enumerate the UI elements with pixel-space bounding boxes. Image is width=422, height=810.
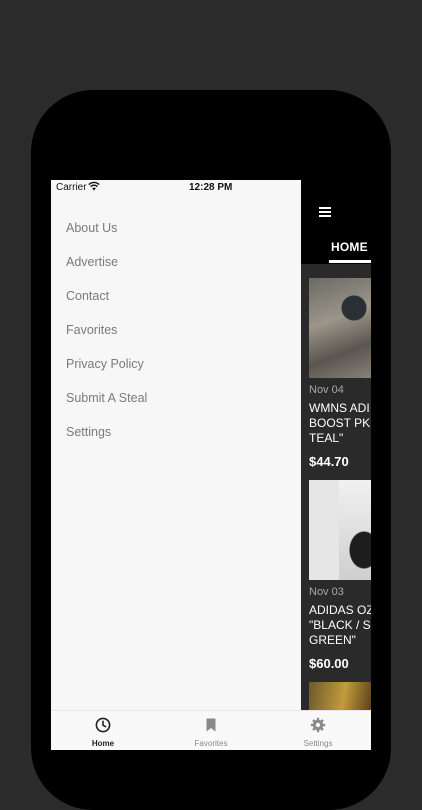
gear-icon <box>310 717 326 733</box>
deal-title: WMNS ADI BOOST PK TEAL" <box>309 401 371 446</box>
deal-title: ADIDAS OZ "BLACK / S GREEN" <box>309 603 371 648</box>
deal-title-line: BOOST PK <box>309 416 371 430</box>
menu-item-privacy-policy[interactable]: Privacy Policy <box>66 356 147 390</box>
tab-home[interactable]: HOME <box>331 240 368 254</box>
deal-card[interactable]: Nov 03 ADIDAS OZ "BLACK / S GREEN" $60.0… <box>309 480 371 671</box>
deal-title-line: ADIDAS OZ <box>309 603 371 617</box>
tab-label: Settings <box>303 739 333 748</box>
bookmark-icon <box>206 718 216 732</box>
wifi-icon <box>88 181 100 191</box>
tab-home-button[interactable]: Home <box>68 717 138 748</box>
deal-card[interactable]: Nov 04 WMNS ADI BOOST PK TEAL" $44.70 <box>309 278 371 469</box>
hamburger-icon[interactable] <box>319 207 331 217</box>
deal-price: $44.70 <box>309 454 349 469</box>
deal-title-line: GREEN" <box>309 633 356 647</box>
drawer-menu: About Us Advertise Contact Favorites Pri… <box>66 220 147 458</box>
sneaker-image <box>309 682 371 712</box>
deal-price: $60.00 <box>309 656 349 671</box>
deal-title-line: TEAL" <box>309 431 344 445</box>
status-bar: Carrier 12:28 PM <box>51 180 301 198</box>
side-drawer: Carrier 12:28 PM About Us Advertise Cont… <box>51 180 301 750</box>
menu-item-contact[interactable]: Contact <box>66 288 147 322</box>
deal-title-line: WMNS ADI <box>309 401 370 415</box>
menu-item-advertise[interactable]: Advertise <box>66 254 147 288</box>
deal-title-line: "BLACK / S <box>309 618 371 632</box>
tab-indicator <box>329 260 371 263</box>
tab-favorites-button[interactable]: Favorites <box>176 717 246 748</box>
deal-date: Nov 03 <box>309 586 344 598</box>
tab-label: Home <box>91 739 115 748</box>
bottom-tab-bar: Home Favorites Settings <box>51 710 371 750</box>
clock-time: 12:28 PM <box>189 182 233 193</box>
menu-item-favorites[interactable]: Favorites <box>66 322 147 356</box>
sneaker-image <box>309 278 371 378</box>
carrier-label: Carrier <box>56 182 87 193</box>
deal-date: Nov 04 <box>309 384 344 396</box>
sneaker-image <box>309 480 371 580</box>
app-screen: HOME Nov 04 WMNS ADI BOOST PK TEAL" $44.… <box>51 180 371 750</box>
tab-settings-button[interactable]: Settings <box>283 717 353 748</box>
menu-item-submit-a-steal[interactable]: Submit A Steal <box>66 390 147 424</box>
deal-card[interactable] <box>309 682 371 712</box>
clock-icon <box>95 717 111 733</box>
menu-item-settings[interactable]: Settings <box>66 424 147 458</box>
menu-item-about-us[interactable]: About Us <box>66 220 147 254</box>
deal-feed: Nov 04 WMNS ADI BOOST PK TEAL" $44.70 No… <box>301 264 371 712</box>
tab-label: Favorites <box>194 739 228 748</box>
